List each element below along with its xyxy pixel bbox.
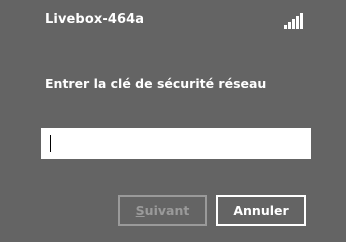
wifi-signal-bars-icon	[284, 13, 303, 29]
signal-bar-5	[300, 13, 303, 29]
signal-bar-3	[292, 19, 295, 29]
security-key-input[interactable]	[41, 128, 311, 159]
text-caret	[50, 135, 51, 152]
signal-bar-1	[284, 25, 287, 29]
network-name: Livebox-464a	[45, 12, 145, 27]
next-button[interactable]: Suivant	[118, 195, 207, 226]
cancel-button[interactable]: Annuler	[216, 195, 306, 226]
signal-bar-2	[288, 22, 291, 29]
next-button-rest: uivant	[144, 203, 190, 218]
next-button-mnemonic: S	[135, 203, 145, 218]
signal-bar-4	[296, 16, 299, 29]
security-key-prompt: Entrer la clé de sécurité réseau	[45, 76, 267, 91]
